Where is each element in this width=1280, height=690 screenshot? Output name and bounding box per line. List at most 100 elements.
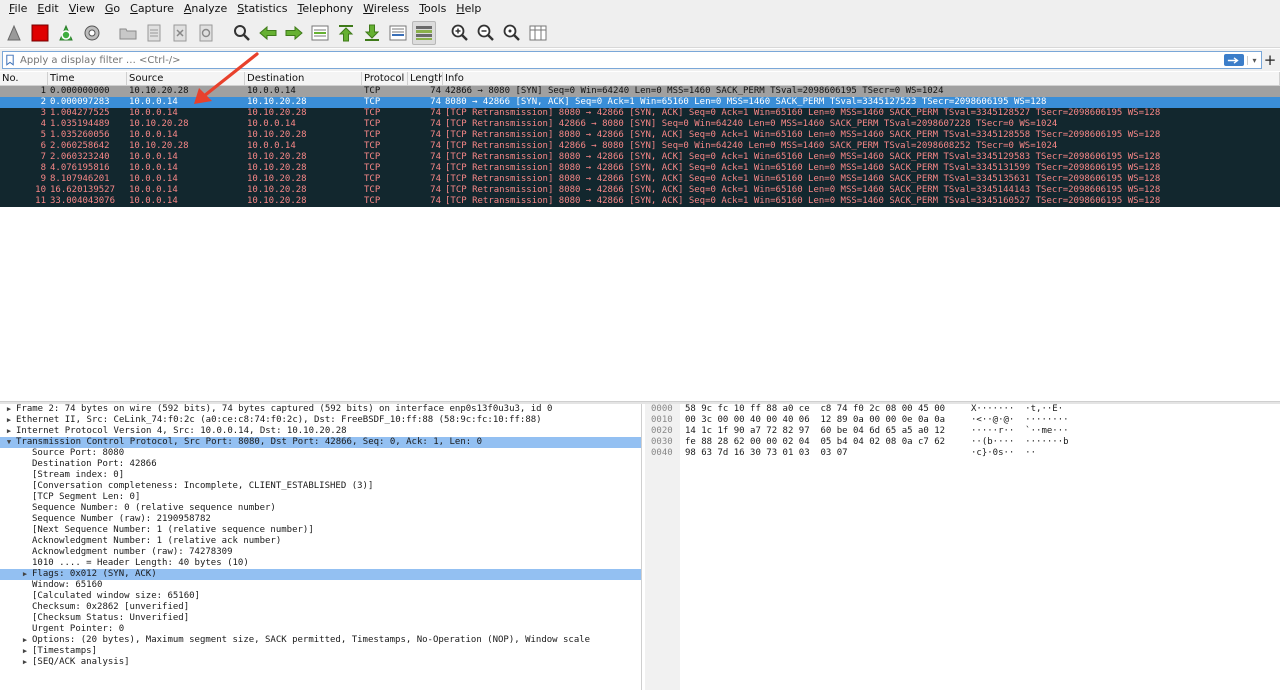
- detail-tree-item[interactable]: ▶ [Timestamps]: [0, 646, 641, 657]
- expand-arrow-right-icon[interactable]: ▶: [4, 426, 14, 437]
- expand-arrow-right-icon[interactable]: ▶: [20, 657, 30, 668]
- shark-fin-start-icon[interactable]: [2, 21, 26, 45]
- detail-tree-item[interactable]: Destination Port: 42866: [0, 459, 641, 470]
- bytes-hex[interactable]: 58 9c fc 10 ff 88 a0 ce c8 74 f0 2c 08 0…: [685, 404, 945, 415]
- add-filter-button[interactable]: +: [1262, 51, 1278, 69]
- stop-capture-icon[interactable]: [28, 21, 52, 45]
- find-packet-icon[interactable]: [230, 21, 254, 45]
- packet-row[interactable]: 1 0.000000000 10.10.20.28 10.0.0.14 TCP 74 428…: [0, 86, 1280, 97]
- column-header-source[interactable]: Source: [127, 72, 245, 85]
- detail-tree-item[interactable]: [Stream index: 0]: [0, 470, 641, 481]
- menu-go[interactable]: Go: [100, 0, 125, 18]
- detail-tree-item[interactable]: ▶ Frame 2: 74 bytes on wire (592 bits), 7…: [0, 404, 641, 415]
- go-to-packet-icon[interactable]: [308, 21, 332, 45]
- open-file-icon[interactable]: [116, 21, 140, 45]
- go-back-icon[interactable]: [256, 21, 280, 45]
- menu-wireless[interactable]: Wireless: [358, 0, 414, 18]
- column-header-time[interactable]: Time: [48, 72, 127, 85]
- save-file-icon[interactable]: [142, 21, 166, 45]
- packet-row[interactable]: 7 2.060323240 10.0.0.14 10.10.20.28 TCP 74 [TC…: [0, 152, 1280, 163]
- packet-row[interactable]: 6 2.060258642 10.10.20.28 10.0.0.14 TCP 74 [TC…: [0, 141, 1280, 152]
- detail-tree-item[interactable]: ▶ Internet Protocol Version 4, Src: 10.0.…: [0, 426, 641, 437]
- column-header-no[interactable]: No.: [0, 72, 48, 85]
- bytes-hex[interactable]: 00 3c 00 00 40 00 40 06 12 89 0a 00 00 0…: [685, 415, 945, 426]
- expand-arrow-right-icon[interactable]: ▶: [20, 646, 30, 657]
- column-header-destination[interactable]: Destination: [245, 72, 362, 85]
- detail-tree-item[interactable]: Checksum: 0x2862 [unverified]: [0, 602, 641, 613]
- detail-tree-item[interactable]: Urgent Pointer: 0: [0, 624, 641, 635]
- expand-arrow-right-icon[interactable]: ▶: [20, 569, 30, 580]
- detail-tree-item[interactable]: Source Port: 8080: [0, 448, 641, 459]
- packet-row[interactable]: 3 1.004277525 10.0.0.14 10.10.20.28 TCP 74 [TC…: [0, 108, 1280, 119]
- detail-tree-item[interactable]: ▶ Flags: 0x012 (SYN, ACK): [0, 569, 641, 580]
- packet-row[interactable]: 9 8.107946201 10.0.0.14 10.10.20.28 TCP 74 [TC…: [0, 174, 1280, 185]
- packet-cell-len: 74: [430, 141, 441, 151]
- menu-file[interactable]: File: [4, 0, 32, 18]
- bytes-hex[interactable]: 98 63 7d 16 30 73 01 03 03 07: [685, 448, 848, 459]
- detail-tree-item[interactable]: [Next Sequence Number: 1 (relative seque…: [0, 525, 641, 536]
- expand-arrow-down-icon[interactable]: ▼: [4, 437, 14, 448]
- resize-columns-icon[interactable]: [526, 21, 550, 45]
- packet-row[interactable]: 10 16.620139527 10.0.0.14 10.10.20.28 TCP 74 […: [0, 185, 1280, 196]
- chevron-down-icon[interactable]: ▾: [1247, 55, 1261, 65]
- column-header-protocol[interactable]: Protocol: [362, 72, 408, 85]
- packet-cell-no: 1: [40, 86, 46, 96]
- detail-tree-item[interactable]: Acknowledgment number (raw): 74278309: [0, 547, 641, 558]
- menu-telephony[interactable]: Telephony: [293, 0, 359, 18]
- bytes-ascii[interactable]: ·c}·0s·· ··: [971, 448, 1036, 459]
- menu-capture[interactable]: Capture: [125, 0, 179, 18]
- column-header-length[interactable]: Length: [408, 72, 443, 85]
- packet-row[interactable]: 11 33.004043076 10.0.0.14 10.10.20.28 TCP 74 […: [0, 196, 1280, 207]
- packet-row[interactable]: 2 0.000097283 10.0.0.14 10.10.20.28 TCP 74 808…: [0, 97, 1280, 108]
- detail-tree-item[interactable]: Window: 65160: [0, 580, 641, 591]
- menu-tools[interactable]: Tools: [414, 0, 451, 18]
- packet-row[interactable]: 4 1.035194489 10.10.20.28 10.0.0.14 TCP 74 [TC…: [0, 119, 1280, 130]
- detail-tree-item[interactable]: ▶ Options: (20 bytes), Maximum segment si…: [0, 635, 641, 646]
- packet-row[interactable]: 5 1.035260056 10.0.0.14 10.10.20.28 TCP 74 [TC…: [0, 130, 1280, 141]
- bytes-ascii[interactable]: X······· ·t,··E·: [971, 404, 1063, 415]
- menu-statistics[interactable]: Statistics: [232, 0, 292, 18]
- go-first-packet-icon[interactable]: [334, 21, 358, 45]
- capture-options-icon[interactable]: [80, 21, 104, 45]
- go-last-packet-icon[interactable]: [360, 21, 384, 45]
- packet-cell-len: 74: [430, 108, 441, 118]
- menu-analyze[interactable]: Analyze: [179, 0, 232, 18]
- column-header-info[interactable]: Info: [443, 72, 1280, 85]
- menu-edit[interactable]: Edit: [32, 0, 63, 18]
- detail-tree-item[interactable]: [Conversation completeness: Incomplete, …: [0, 481, 641, 492]
- bytes-ascii[interactable]: ··(b···· ·······b: [971, 437, 1069, 448]
- bytes-ascii[interactable]: ·<··@·@· ········: [971, 415, 1069, 426]
- detail-tree-item[interactable]: ▶ [SEQ/ACK analysis]: [0, 657, 641, 668]
- detail-tree-item[interactable]: Acknowledgment Number: 1 (relative ack n…: [0, 536, 641, 547]
- detail-tree-item[interactable]: [Checksum Status: Unverified]: [0, 613, 641, 624]
- zoom-normal-icon[interactable]: [500, 21, 524, 45]
- detail-tree-item[interactable]: ▼ Transmission Control Protocol, Src Port…: [0, 437, 641, 448]
- detail-tree-item[interactable]: ▶ Ethernet II, Src: CeLink_74:f0:2c (a0:c…: [0, 415, 641, 426]
- detail-tree-item[interactable]: [Calculated window size: 65160]: [0, 591, 641, 602]
- bytes-hex[interactable]: 14 1c 1f 90 a7 72 82 97 60 be 04 6d 65 a…: [685, 426, 945, 437]
- detail-tree-item[interactable]: 1010 .... = Header Length: 40 bytes (10): [0, 558, 641, 569]
- reload-file-icon[interactable]: [194, 21, 218, 45]
- expand-arrow-right-icon[interactable]: ▶: [20, 635, 30, 646]
- close-file-icon[interactable]: [168, 21, 192, 45]
- display-filter-input[interactable]: [17, 52, 1224, 68]
- bookmark-icon[interactable]: [3, 52, 17, 68]
- zoom-out-icon[interactable]: [474, 21, 498, 45]
- menu-view[interactable]: View: [64, 0, 100, 18]
- apply-filter-arrow-icon[interactable]: [1224, 54, 1244, 66]
- expand-arrow-right-icon[interactable]: ▶: [4, 404, 14, 415]
- expand-arrow-right-icon[interactable]: ▶: [4, 415, 14, 426]
- auto-scroll-icon[interactable]: [386, 21, 410, 45]
- zoom-in-icon[interactable]: [448, 21, 472, 45]
- detail-tree-item[interactable]: Sequence Number (raw): 2190958782: [0, 514, 641, 525]
- packet-row[interactable]: 8 4.076195816 10.0.0.14 10.10.20.28 TCP 74 [TC…: [0, 163, 1280, 174]
- restart-capture-icon[interactable]: [54, 21, 78, 45]
- menu-help[interactable]: Help: [451, 0, 486, 18]
- bytes-hex[interactable]: fe 88 28 62 00 00 02 04 05 b4 04 02 08 0…: [685, 437, 945, 448]
- detail-tree-item[interactable]: Sequence Number: 0 (relative sequence nu…: [0, 503, 641, 514]
- detail-tree-item[interactable]: [TCP Segment Len: 0]: [0, 492, 641, 503]
- detail-text: [Calculated window size: 65160]: [32, 591, 200, 601]
- colorize-icon[interactable]: [412, 20, 436, 45]
- go-forward-icon[interactable]: [282, 21, 306, 45]
- bytes-ascii[interactable]: ·····r·· `··me···: [971, 426, 1069, 437]
